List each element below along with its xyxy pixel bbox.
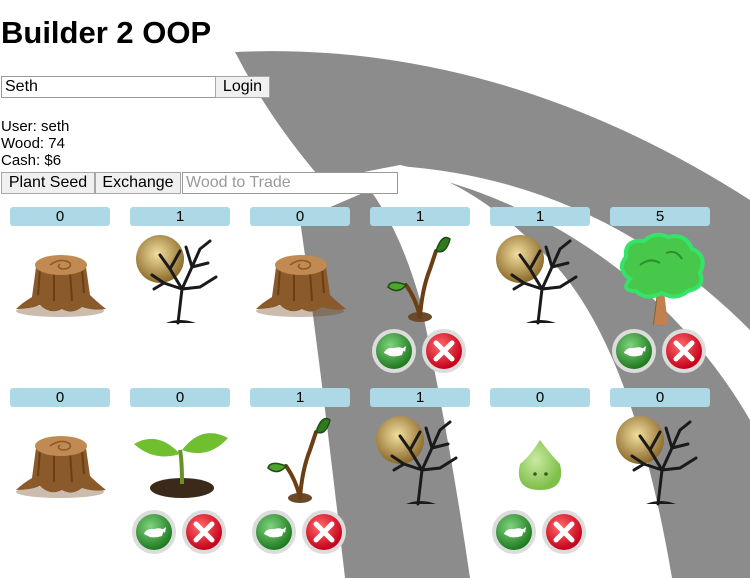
water-button-icon[interactable] [130, 508, 178, 556]
water-button-icon[interactable] [610, 327, 658, 375]
plot-count-badge: 0 [10, 388, 110, 407]
wood-to-trade-input[interactable] [182, 172, 398, 194]
remove-button-icon[interactable] [420, 327, 468, 375]
login-button[interactable]: Login [215, 76, 270, 98]
plot-count-badge: 1 [130, 207, 230, 226]
dead-tree-icon [490, 229, 590, 327]
plot-count-badge: 0 [250, 207, 350, 226]
water-button-icon[interactable] [490, 508, 538, 556]
stump-icon [10, 229, 110, 327]
water-button-icon[interactable] [250, 508, 298, 556]
plot-count-badge: 1 [250, 388, 350, 407]
sapling-icon [370, 229, 470, 327]
cash-label: Cash: $6 [1, 152, 62, 169]
plot-actions [130, 508, 230, 556]
dead-tree-icon [370, 410, 470, 508]
remove-button-icon[interactable] [540, 508, 588, 556]
sprout-icon [130, 410, 230, 508]
remove-button-icon[interactable] [300, 508, 348, 556]
sapling-icon [250, 410, 350, 508]
plot-count-badge: 0 [610, 388, 710, 407]
stump-icon [250, 229, 350, 327]
plot-actions [610, 327, 710, 375]
dead-tree-icon [610, 410, 710, 508]
water-button-icon[interactable] [370, 327, 418, 375]
user-label: User: seth [1, 118, 70, 135]
page-title: Builder 2 OOP [1, 15, 212, 50]
plot-count-badge: 1 [370, 388, 470, 407]
plot-count-badge: 0 [490, 388, 590, 407]
plot-count-badge: 1 [370, 207, 470, 226]
plot-actions [250, 508, 350, 556]
plot-actions [490, 508, 590, 556]
remove-button-icon[interactable] [180, 508, 228, 556]
plot-count-badge: 1 [490, 207, 590, 226]
plot-count-badge: 0 [10, 207, 110, 226]
plot-actions [370, 327, 470, 375]
name-input[interactable] [1, 76, 217, 98]
stump-icon [10, 410, 110, 508]
wood-label: Wood: 74 [1, 135, 65, 152]
green-tree-icon [610, 229, 710, 327]
dead-tree-icon [130, 229, 230, 327]
plot-count-badge: 0 [130, 388, 230, 407]
seed-icon [490, 410, 590, 508]
remove-button-icon[interactable] [660, 327, 708, 375]
exchange-button[interactable]: Exchange [95, 172, 181, 194]
plot-count-badge: 5 [610, 207, 710, 226]
plant-seed-button[interactable]: Plant Seed [1, 172, 95, 194]
